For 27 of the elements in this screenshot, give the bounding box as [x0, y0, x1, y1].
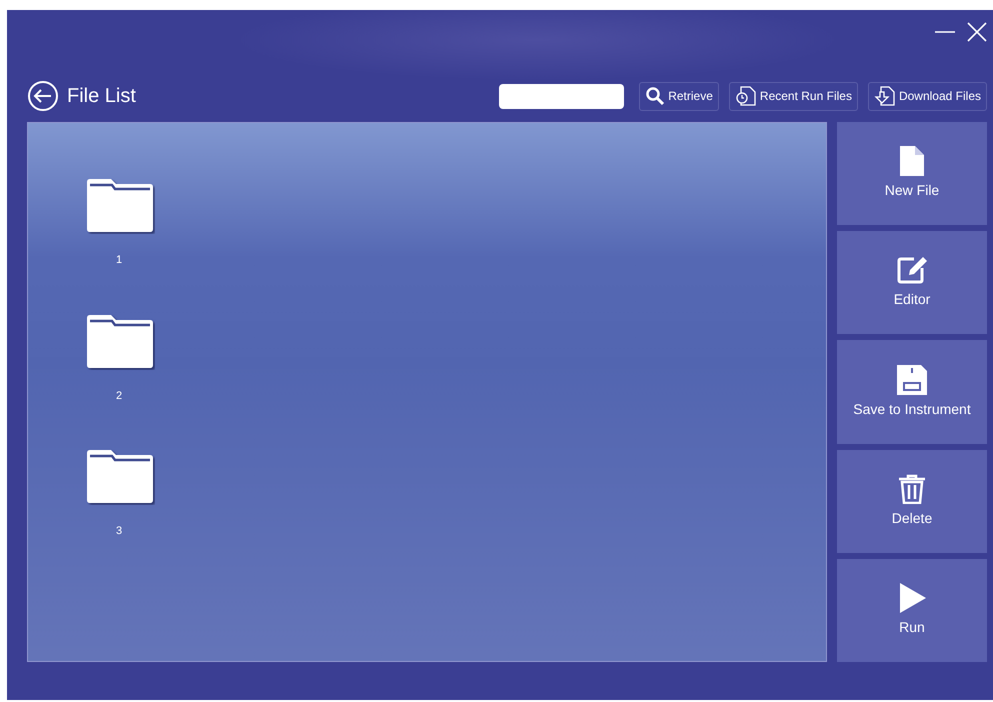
folder-item[interactable]: 1 — [83, 176, 155, 268]
document-clock-icon — [734, 85, 757, 107]
document-icon — [900, 146, 924, 176]
back-button[interactable] — [27, 80, 59, 112]
close-button[interactable] — [965, 20, 989, 44]
search-icon — [645, 86, 666, 106]
toolbar-button[interactable]: Retrieve — [639, 82, 719, 110]
toolbar-button[interactable]: Download Files — [868, 82, 987, 110]
action-button[interactable]: Delete — [837, 450, 987, 553]
minimize-icon — [935, 31, 955, 33]
folder-item[interactable]: 2 — [83, 312, 155, 404]
toolbar-button[interactable]: Recent Run Files — [728, 82, 858, 110]
close-icon — [965, 20, 989, 44]
action-button[interactable]: Save to Instrument — [837, 340, 987, 444]
folder-label: 1 — [116, 253, 122, 268]
page-title: File List — [67, 84, 136, 109]
action-button[interactable]: Run — [837, 558, 987, 662]
play-icon — [898, 582, 926, 613]
action-button[interactable]: Editor — [837, 231, 987, 334]
folder-item[interactable]: 3 — [83, 447, 155, 540]
search-field[interactable] — [499, 84, 624, 108]
folder-label: 2 — [116, 388, 122, 404]
trash-icon — [898, 474, 926, 504]
folder-label: 3 — [116, 524, 122, 539]
document-download-icon — [874, 85, 896, 107]
edit-icon — [896, 255, 928, 286]
action-button[interactable]: New File — [837, 122, 987, 226]
